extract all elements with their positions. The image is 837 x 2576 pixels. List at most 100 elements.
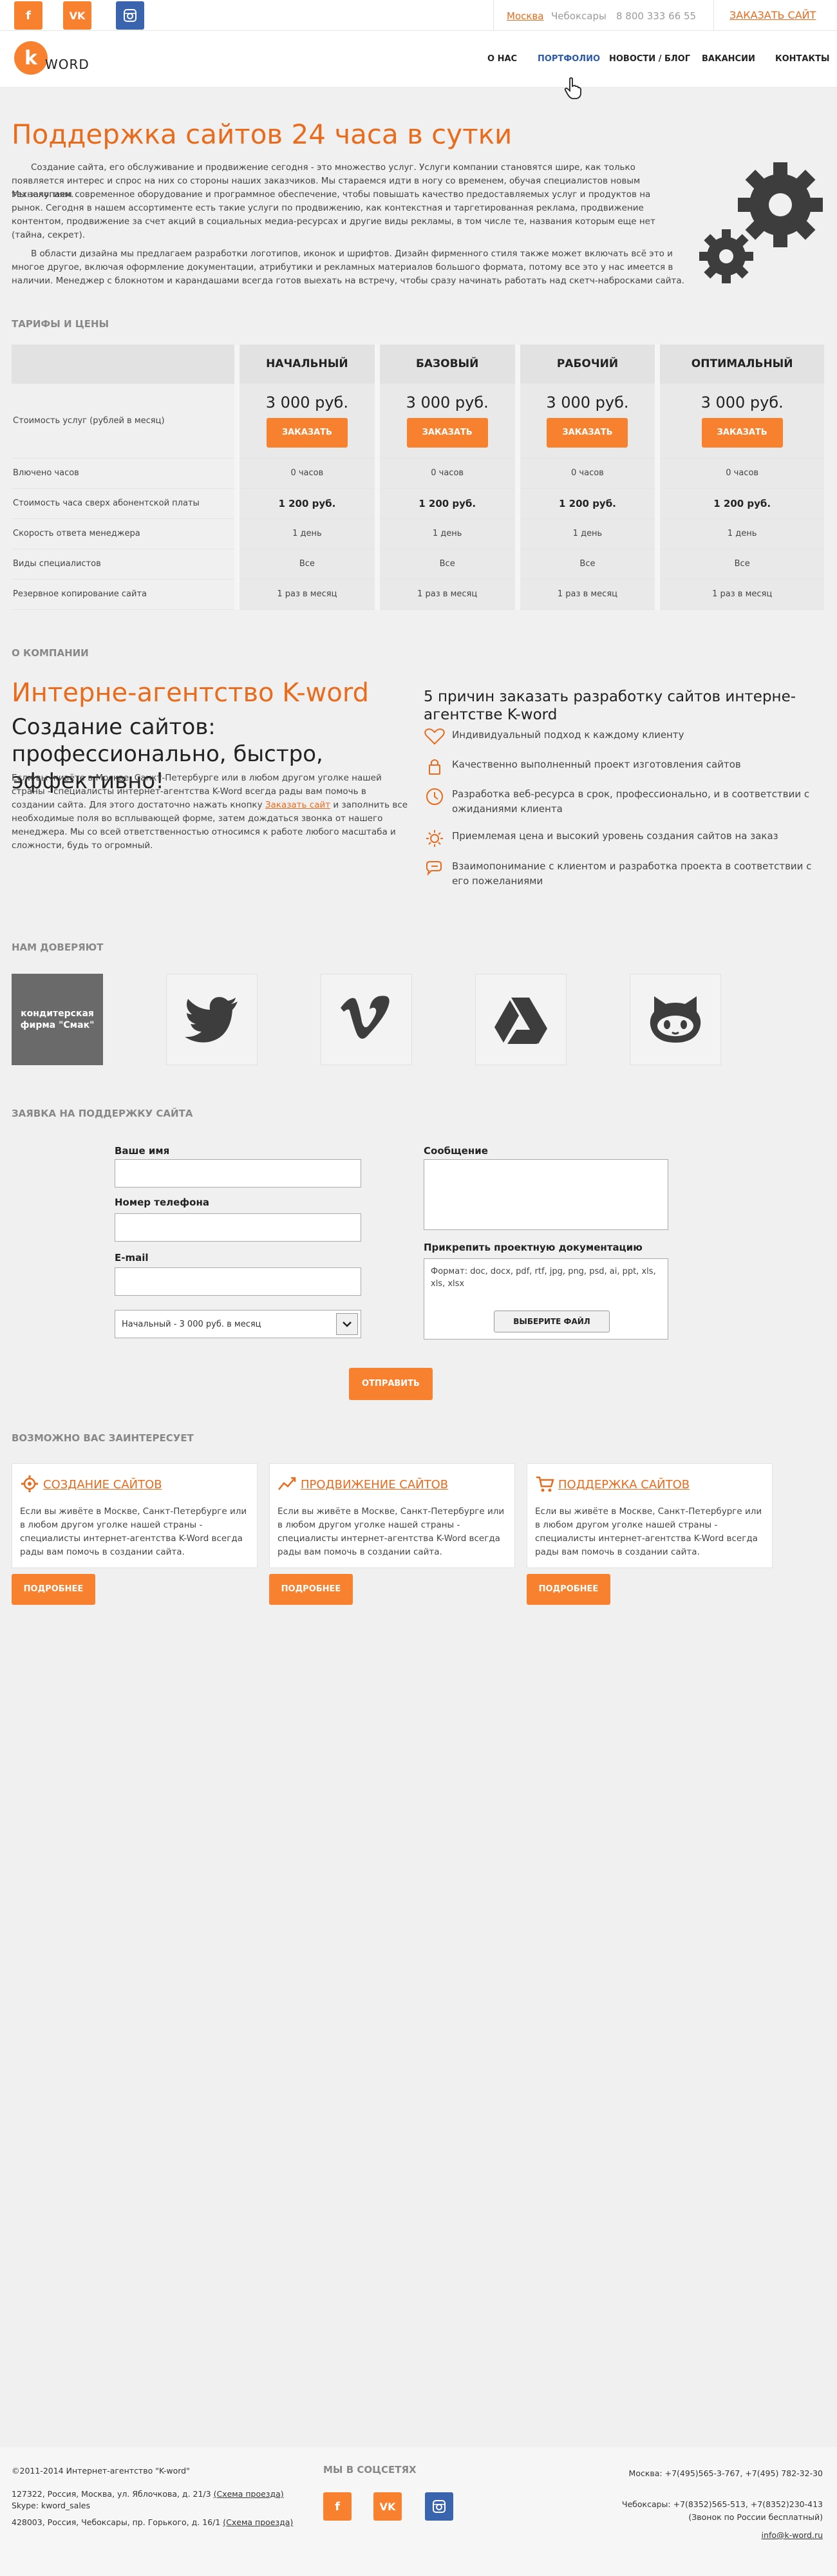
plan-header: БАЗОВЫЙ xyxy=(374,345,518,384)
more-button[interactable]: ПОДРОБНЕЕ xyxy=(12,1574,95,1605)
email-input[interactable] xyxy=(115,1267,361,1296)
row-label: Стоимость часа сверх абонентской платы xyxy=(12,488,237,519)
service-card: ПРОДВИЖЕНИЕ САЙТОВ Если вы живёте в Моск… xyxy=(269,1463,515,1568)
price-value: 3 000 руб. xyxy=(701,393,784,412)
phone-label: Номер телефона xyxy=(115,1197,209,1208)
message-textarea[interactable] xyxy=(424,1159,668,1230)
submit-button[interactable]: ОТПРАВИТЬ xyxy=(349,1368,433,1400)
company-title: Интерне-агентство K-word xyxy=(12,678,369,708)
city-moscow-link[interactable]: Москва xyxy=(507,10,543,22)
sun-icon xyxy=(426,830,443,847)
footer: ©2011-2014 Интернет-агентство "K-word" 1… xyxy=(0,2447,837,2576)
client-logo-smak[interactable]: кондитерская фирма "Смак" xyxy=(12,974,103,1065)
instagram-icon[interactable] xyxy=(116,1,144,30)
top-bar: f VK Москва Чебоксары 8 800 333 66 55 ЗА… xyxy=(0,0,837,31)
clock-icon xyxy=(426,788,443,805)
address-moscow: 127322, Россия, Москва, ул. Яблочкова, д… xyxy=(12,2489,284,2499)
table-row: Влючено часов 0 часов 0 часов 0 часов 0 … xyxy=(12,458,824,489)
email-label: E-mail xyxy=(115,1252,149,1264)
map-link[interactable]: (Схема проезда) xyxy=(214,2489,284,2499)
card-text: Если вы живёте в Москве, Санкт-Петербург… xyxy=(20,1506,247,1557)
table-cell: 0 часов xyxy=(655,458,824,489)
table-cell: 1 раз в месяц xyxy=(374,579,518,610)
gear-icon xyxy=(21,1475,38,1492)
more-button[interactable]: ПОДРОБНЕЕ xyxy=(269,1574,353,1605)
email-link[interactable]: info@k-word.ru xyxy=(762,2530,823,2541)
intro-paragraph-3: В области дизайна мы предлагаем разработ… xyxy=(12,249,684,286)
vk-icon[interactable]: VK xyxy=(373,2492,402,2521)
row-label: Резервное копирование сайта xyxy=(12,579,237,610)
nav-about[interactable]: О НАС xyxy=(487,54,517,64)
tariff-select[interactable]: Начальный - 3 000 руб. в месяц xyxy=(115,1310,361,1338)
twitter-icon[interactable] xyxy=(166,974,258,1065)
github-icon[interactable] xyxy=(630,974,721,1065)
table-cell: 1 200 руб. xyxy=(713,497,771,509)
table-row: Стоимость услуг (рублей в месяц) 3 000 р… xyxy=(12,383,824,459)
divider xyxy=(493,0,494,31)
google-drive-icon[interactable] xyxy=(475,974,567,1065)
card-title-link[interactable]: ПОДДЕРЖКА САЙТОВ xyxy=(558,1478,690,1492)
card-title-link[interactable]: СОЗДАНИЕ САЙТОВ xyxy=(43,1478,162,1492)
social-title: МЫ В СОЦСЕТЯХ xyxy=(323,2464,417,2476)
plan-header: ОПТИМАЛЬНЫЙ xyxy=(655,345,824,384)
order-button[interactable]: ЗАКАЗАТЬ xyxy=(406,418,488,448)
instagram-icon[interactable] xyxy=(425,2492,453,2521)
phone-input[interactable] xyxy=(115,1213,361,1242)
chevron-down-icon[interactable] xyxy=(336,1313,358,1335)
facebook-icon[interactable]: f xyxy=(14,1,42,30)
cart-icon xyxy=(536,1476,554,1492)
row-label: Виды специалистов xyxy=(12,549,237,580)
nav-vacancies[interactable]: ВАКАНСИИ xyxy=(702,54,755,64)
table-cell: Все xyxy=(234,549,377,580)
table-row: Резервное копирование сайта 1 раз в меся… xyxy=(12,579,824,610)
tariff-selected-value: Начальный - 3 000 руб. в месяц xyxy=(122,1320,261,1329)
name-input[interactable] xyxy=(115,1159,361,1188)
main-header: k WORD О НАС ПОРТФОЛИО НОВОСТИ / БЛОГ ВА… xyxy=(0,31,837,88)
table-cell: 1 200 руб. xyxy=(559,497,616,509)
nav-contacts[interactable]: КОНТАКТЫ xyxy=(775,54,829,64)
divider xyxy=(713,0,714,31)
row-label: Стоимость услуг (рублей в месяц) xyxy=(12,383,237,459)
plan-header: РАБОЧИЙ xyxy=(514,345,658,384)
attach-label: Прикрепить проектную документацию xyxy=(424,1242,643,1253)
skype: Skype: kword_sales xyxy=(12,2501,90,2510)
reason-item: Разработка веб-ресурса в срок, профессио… xyxy=(424,787,823,817)
logo-text[interactable]: WORD xyxy=(45,57,89,72)
row-label: Влючено часов xyxy=(12,458,237,489)
chat-icon xyxy=(426,861,442,876)
company-description: Если вы живёте в Москве, Санкт-Петербург… xyxy=(12,773,408,851)
price-value: 3 000 руб. xyxy=(265,393,348,412)
card-text: Если вы живёте в Москве, Санкт-Петербург… xyxy=(535,1506,762,1557)
logo-circle[interactable]: k xyxy=(14,41,48,75)
file-upload-area: Формат: doc, docx, pdf, rtf, jpg, png, p… xyxy=(424,1258,668,1340)
order-button[interactable]: ЗАКАЗАТЬ xyxy=(547,418,628,448)
order-button[interactable]: ЗАКАЗАТЬ xyxy=(701,418,783,448)
card-title-link[interactable]: ПРОДВИЖЕНИЕ САЙТОВ xyxy=(301,1478,448,1492)
table-cell: 1 день xyxy=(514,518,658,549)
nav-news-blog[interactable]: НОВОСТИ / БЛОГ xyxy=(609,54,690,64)
city-cheboksary-link[interactable]: Чебоксары xyxy=(551,10,607,22)
row-label: Скорость ответа менеджера xyxy=(12,518,237,549)
facebook-icon[interactable]: f xyxy=(323,2492,352,2521)
map-link[interactable]: (Схема проезда) xyxy=(223,2517,293,2527)
order-site-link[interactable]: ЗАКАЗАТЬ САЙТ xyxy=(729,9,816,21)
message-label: Сообщение xyxy=(424,1145,488,1157)
table-cell: 0 часов xyxy=(374,458,518,489)
vk-icon[interactable]: VK xyxy=(63,1,91,30)
free-call-note: (Звонок по России бесплатный) xyxy=(688,2512,823,2522)
more-button[interactable]: ПОДРОБНЕЕ xyxy=(527,1574,610,1605)
order-site-inline-link[interactable]: Заказать сайт xyxy=(265,800,330,810)
choose-file-button[interactable]: ВЫБЕРИТЕ ФАЙЛ xyxy=(494,1311,610,1332)
reason-item: Индивидуальный подход к каждому клиенту xyxy=(424,728,823,746)
table-cell: 1 200 руб. xyxy=(278,497,336,509)
table-cell: Все xyxy=(374,549,518,580)
gears-icon xyxy=(699,162,823,283)
section-title-company: О КОМПАНИИ xyxy=(12,647,89,659)
intro-paragraph-2: Мы закупаем современное оборудование и п… xyxy=(12,189,655,240)
mouse-cursor-icon xyxy=(564,77,582,105)
order-button[interactable]: ЗАКАЗАТЬ xyxy=(266,418,348,448)
table-row: Виды специалистов Все Все Все Все xyxy=(12,549,824,580)
vimeo-icon[interactable] xyxy=(321,974,412,1065)
table-cell: 1 день xyxy=(655,518,824,549)
nav-portfolio[interactable]: ПОРТФОЛИО xyxy=(538,54,600,64)
